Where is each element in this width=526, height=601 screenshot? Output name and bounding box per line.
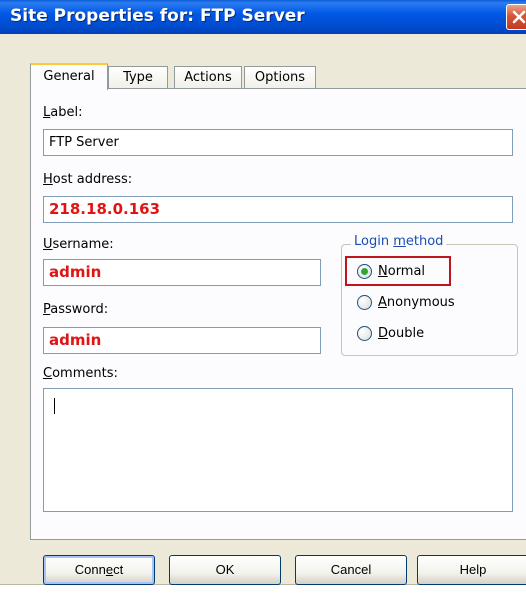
radio-double[interactable]: Double [357, 324, 447, 344]
radio-selected-dot [361, 268, 368, 275]
radio-double-label: Double [378, 324, 424, 343]
comments-caption: Comments: [43, 366, 118, 381]
legend-text-b: ethod [405, 234, 444, 249]
comments-caption-accel: C [43, 366, 53, 381]
comments-textarea[interactable] [43, 388, 513, 512]
username-caption: Username: [43, 237, 114, 252]
radio-normal[interactable]: Normal [357, 262, 447, 282]
connect-accel: e [105, 562, 114, 577]
radio-anonymous-accel: A [378, 295, 387, 310]
host-address-input[interactable]: 218.18.0.163 [43, 196, 513, 223]
radio-anonymous-label: Anonymous [378, 293, 455, 312]
radio-normal-text: ormal [387, 264, 426, 279]
username-input[interactable]: admin [43, 259, 321, 286]
connect-button[interactable]: Connect [43, 555, 155, 585]
username-caption-accel: U [43, 237, 53, 252]
label-input[interactable]: FTP Server [43, 129, 513, 156]
radio-double-accel: D [378, 326, 389, 341]
radio-normal-circle [357, 264, 372, 279]
password-caption-text: assword: [50, 302, 109, 317]
radio-anonymous-text: nonymous [386, 295, 455, 310]
ok-button[interactable]: OK [169, 555, 281, 585]
radio-normal-accel: N [378, 264, 388, 279]
radio-anonymous-circle [357, 295, 372, 310]
password-input[interactable]: admin [43, 327, 321, 354]
comments-caption-text: omments: [52, 366, 118, 381]
text-caret [54, 398, 55, 414]
host-address-caption: Host address: [43, 172, 132, 187]
login-method-legend: Login method [351, 234, 447, 249]
radio-double-circle [357, 326, 372, 341]
connect-text-b: ct [113, 562, 124, 577]
username-caption-text: sername: [52, 237, 114, 252]
host-caption-text: ost address: [52, 172, 133, 187]
radio-anonymous[interactable]: Anonymous [357, 293, 487, 313]
cancel-button[interactable]: Cancel [295, 555, 407, 585]
legend-text-a: Login [354, 234, 394, 249]
password-caption: Password: [43, 302, 108, 317]
label-caption-text: abel: [50, 105, 83, 120]
radio-double-text: ouble [388, 326, 425, 341]
help-button[interactable]: Help [417, 555, 526, 585]
connect-text-a: Conn [74, 562, 106, 577]
radio-normal-label: Normal [378, 262, 425, 281]
host-caption-accel: H [43, 172, 53, 187]
label-caption: Label: [43, 105, 82, 120]
legend-accel: m [393, 234, 406, 249]
